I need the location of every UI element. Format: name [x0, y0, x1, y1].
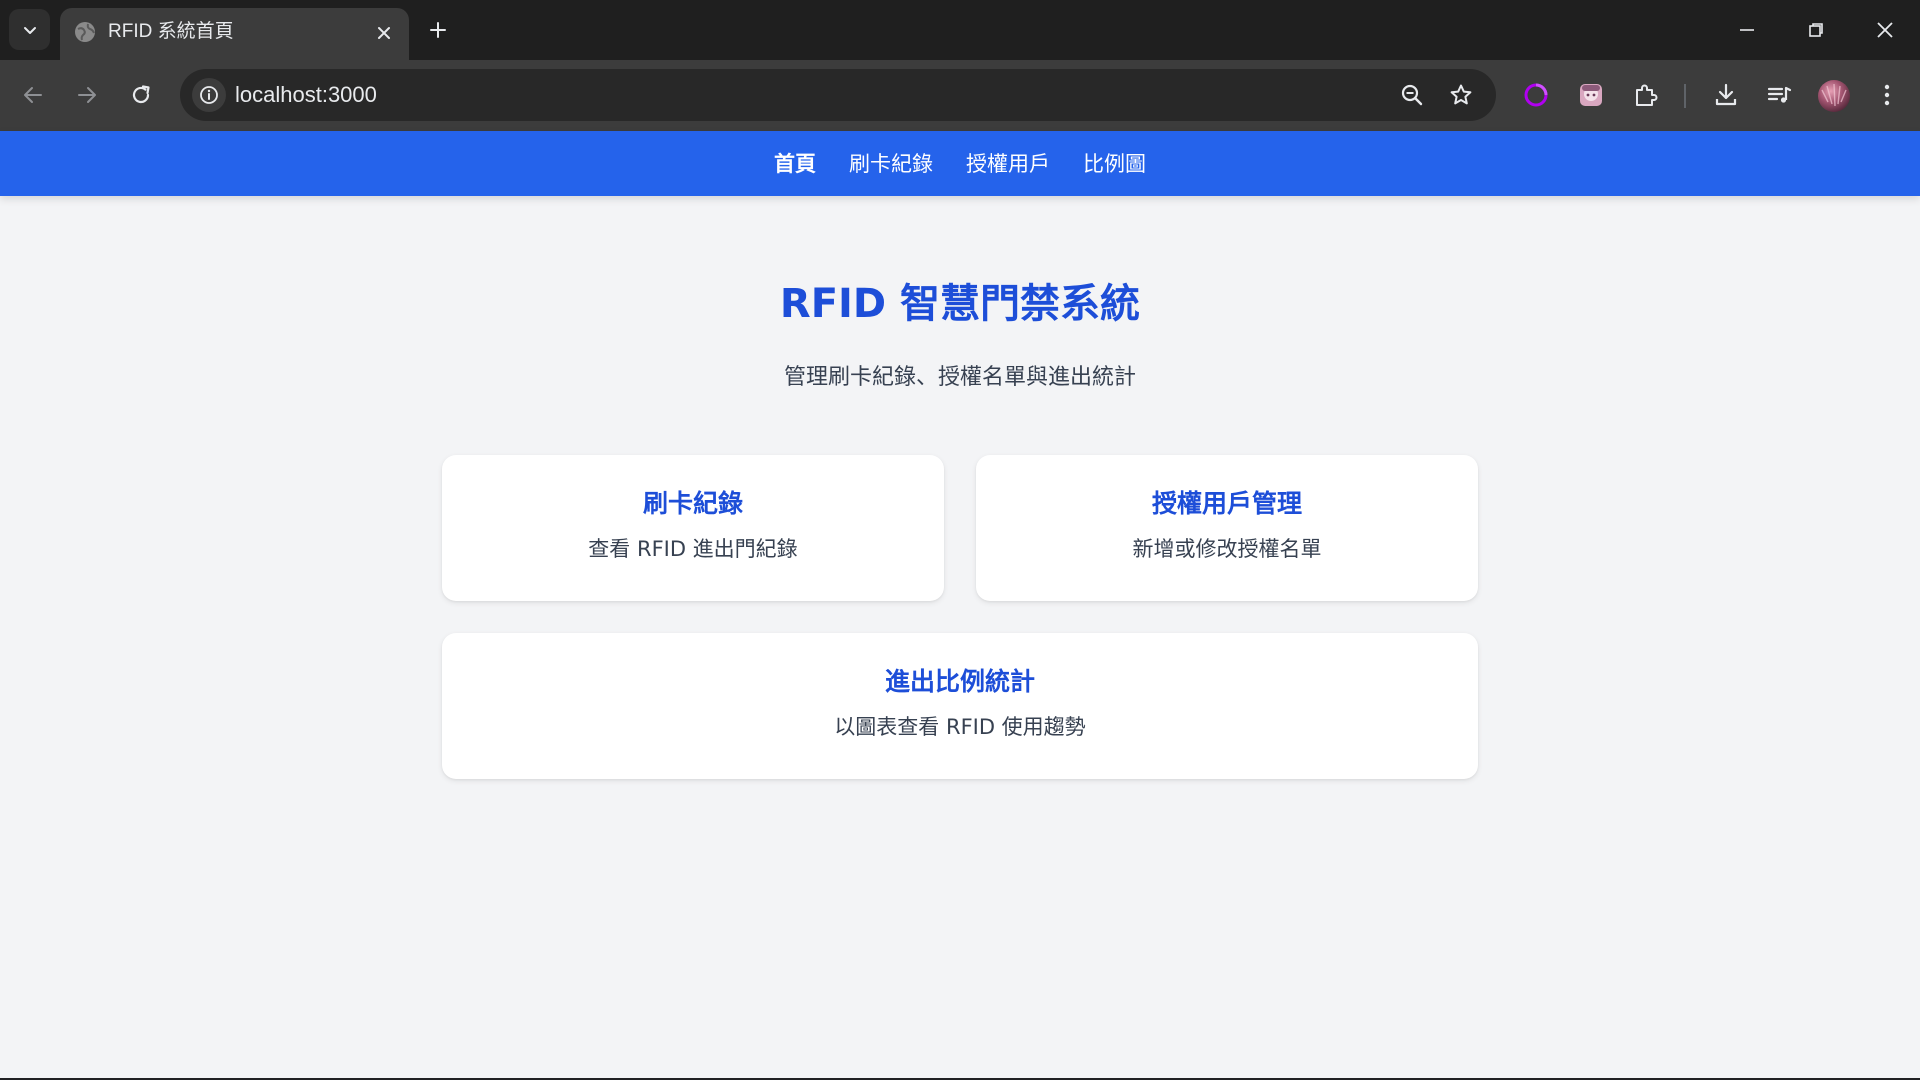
card-description: 以圖表查看 RFID 使用趨勢 — [834, 715, 1086, 739]
tab-close-button[interactable] — [372, 21, 396, 45]
profile-avatar[interactable] — [1818, 80, 1850, 112]
page-viewport: 首頁 刷卡紀錄 授權用戶 比例圖 RFID 智慧門禁系統 管理刷卡紀錄、授權名單… — [0, 131, 1920, 1080]
extension-character-button[interactable] — [1574, 78, 1608, 112]
forward-button[interactable] — [70, 78, 104, 112]
downloads-button[interactable] — [1709, 78, 1743, 112]
purple-ring-icon — [1524, 83, 1548, 107]
zoom-button[interactable] — [1395, 78, 1429, 112]
card-title: 進出比例統計 — [884, 667, 1035, 696]
minimize-icon — [1740, 29, 1754, 31]
plus-icon — [430, 22, 446, 38]
close-icon — [378, 27, 390, 39]
download-icon — [1715, 83, 1737, 106]
reload-icon — [132, 85, 150, 104]
puzzle-icon — [1636, 84, 1658, 106]
nav-item-ratio-chart[interactable]: 比例圖 — [1083, 150, 1146, 178]
arrow-left-icon — [24, 87, 42, 103]
reload-button[interactable] — [124, 78, 158, 112]
globe-icon — [75, 22, 95, 42]
card-description: 新增或修改授權名單 — [1132, 537, 1322, 561]
site-nav: 首頁 刷卡紀錄 授權用戶 比例圖 — [0, 131, 1920, 196]
media-queue-icon — [1767, 86, 1792, 103]
arrow-right-icon — [78, 87, 96, 103]
tab-title: RFID 系統首頁 — [108, 21, 234, 42]
kebab-menu-icon — [1884, 84, 1890, 106]
url-text[interactable]: localhost:3000 — [235, 81, 377, 109]
extensions-button[interactable] — [1629, 78, 1663, 112]
bookmark-button[interactable] — [1444, 78, 1478, 112]
tab-search-button[interactable] — [9, 9, 50, 50]
back-button[interactable] — [16, 78, 50, 112]
restore-icon — [1809, 23, 1823, 37]
card-title: 刷卡紀錄 — [642, 489, 743, 518]
card-ratio-statistics[interactable]: 進出比例統計 以圖表查看 RFID 使用趨勢 — [442, 633, 1478, 779]
info-icon — [200, 86, 218, 104]
nav-item-swipe-records[interactable]: 刷卡紀錄 — [849, 150, 933, 178]
nav-item-home[interactable]: 首頁 — [774, 150, 816, 178]
star-icon — [1450, 84, 1472, 105]
chevron-down-icon — [23, 26, 36, 34]
browser-toolbar: localhost:3000 — [0, 60, 1920, 131]
media-controls-button[interactable] — [1762, 78, 1796, 112]
browser-tab-strip: RFID 系統首頁 — [0, 0, 1920, 60]
avatar-icon — [1821, 83, 1847, 107]
nav-item-authorized-users[interactable]: 授權用戶 — [966, 150, 1050, 178]
card-description: 查看 RFID 進出門紀錄 — [588, 537, 798, 561]
site-info-button[interactable] — [192, 78, 226, 112]
page-subtitle: 管理刷卡紀錄、授權名單與進出統計 — [783, 365, 1136, 390]
card-swipe-records[interactable]: 刷卡紀錄 查看 RFID 進出門紀錄 — [442, 455, 944, 601]
card-title: 授權用戶管理 — [1151, 489, 1302, 518]
new-tab-button[interactable] — [424, 16, 452, 44]
close-window-button[interactable] — [1869, 14, 1901, 46]
anime-avatar-icon — [1580, 84, 1602, 106]
minimize-button[interactable] — [1731, 14, 1763, 46]
browser-tab-active[interactable]: RFID 系統首頁 — [60, 8, 409, 60]
close-icon — [1877, 22, 1893, 38]
extension-timer-button[interactable] — [1519, 78, 1553, 112]
address-bar[interactable]: localhost:3000 — [180, 69, 1496, 121]
browser-menu-button[interactable] — [1870, 78, 1904, 112]
restore-button[interactable] — [1800, 14, 1832, 46]
toolbar-divider — [1684, 84, 1686, 108]
card-authorized-users[interactable]: 授權用戶管理 新增或修改授權名單 — [976, 455, 1478, 601]
zoom-out-icon — [1401, 84, 1423, 106]
page-title: RFID 智慧門禁系統 — [779, 281, 1141, 327]
